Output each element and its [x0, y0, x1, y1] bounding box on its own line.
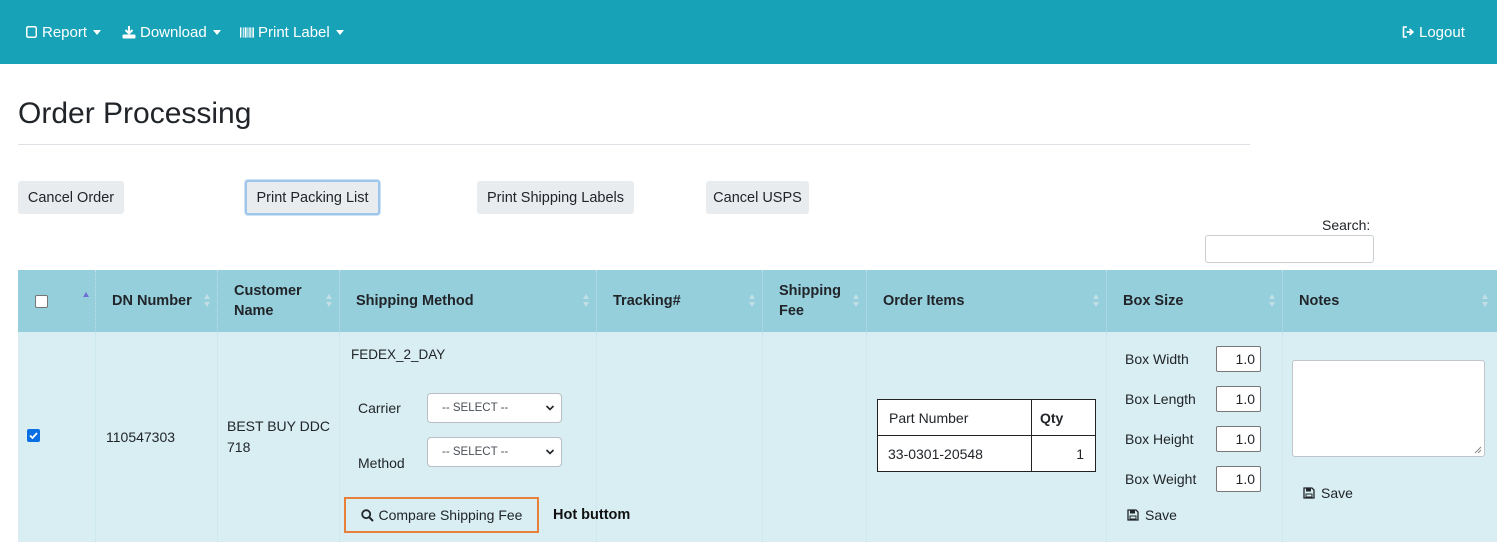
- sort-icon: [749, 294, 756, 308]
- resize-grip-icon[interactable]: [1474, 446, 1482, 454]
- header-order-items[interactable]: Order Items: [867, 270, 1107, 332]
- customer-name-line1: BEST BUY DDC: [227, 418, 330, 434]
- top-navbar: Report Download Print Label Logout: [0, 0, 1497, 64]
- nav-print-label-label: Print Label: [258, 23, 330, 41]
- save-icon: [1127, 509, 1139, 521]
- nav-logout-label: Logout: [1419, 23, 1465, 41]
- sort-icon: [1482, 294, 1489, 308]
- header-customer-name[interactable]: Customer Name: [218, 270, 340, 332]
- order-items-table: Part Number Qty 33-0301-20548 1: [877, 399, 1096, 472]
- chevron-down-icon: [545, 449, 555, 455]
- method-select[interactable]: -- SELECT --: [427, 437, 562, 467]
- header-notes[interactable]: Notes: [1283, 270, 1495, 332]
- dn-number-cell: 110547303: [106, 429, 176, 445]
- box-length-label: Box Length: [1125, 391, 1196, 407]
- print-packing-list-button[interactable]: Print Packing List: [245, 180, 380, 215]
- box-height-label: Box Height: [1125, 431, 1194, 447]
- cancel-order-button[interactable]: Cancel Order: [18, 181, 124, 214]
- items-header-part-number: Part Number: [889, 409, 969, 426]
- report-icon: [24, 25, 38, 39]
- box-save-button[interactable]: Save: [1127, 507, 1177, 523]
- download-icon: [122, 25, 136, 39]
- header-fee-line1: Shipping: [779, 283, 842, 299]
- header-customer-line1: Customer: [234, 283, 302, 299]
- nav-download-label: Download: [140, 23, 207, 41]
- notes-textarea[interactable]: [1292, 360, 1485, 457]
- compare-shipping-fee-button[interactable]: Compare Shipping Fee: [344, 497, 539, 533]
- cancel-usps-button[interactable]: Cancel USPS: [706, 181, 809, 214]
- header-dn-number[interactable]: DN Number: [96, 270, 218, 332]
- box-save-label: Save: [1145, 507, 1177, 523]
- nav-logout-link[interactable]: Logout: [1401, 0, 1465, 64]
- sort-icon: [853, 294, 860, 308]
- box-weight-label: Box Weight: [1125, 471, 1197, 487]
- notes-save-label: Save: [1321, 485, 1353, 501]
- items-part-number-cell: 33-0301-20548: [888, 445, 983, 462]
- search-label: Search:: [1322, 217, 1371, 233]
- search-input[interactable]: [1205, 235, 1374, 263]
- sort-icon: [1093, 294, 1100, 308]
- carrier-label: Carrier: [358, 400, 401, 416]
- save-icon: [1303, 487, 1315, 499]
- sort-asc-icon[interactable]: [83, 292, 90, 306]
- shipping-method-value: FEDEX_2_DAY: [351, 347, 446, 362]
- sort-icon: [1269, 294, 1276, 308]
- header-customer-line2: Name: [234, 303, 274, 319]
- chevron-down-icon: [93, 29, 102, 35]
- page-title: Order Processing: [18, 97, 252, 130]
- hot-button-annotation: Hot buttom: [553, 507, 631, 523]
- header-select-all: [18, 270, 96, 332]
- nav-download-dropdown[interactable]: Download: [122, 0, 221, 64]
- checkmark-icon: [29, 432, 38, 440]
- print-shipping-labels-button[interactable]: Print Shipping Labels: [477, 181, 634, 214]
- carrier-select-value: -- SELECT --: [442, 402, 509, 414]
- nav-report-label: Report: [42, 23, 88, 41]
- box-width-label: Box Width: [1125, 351, 1189, 367]
- header-tracking[interactable]: Tracking#: [597, 270, 763, 332]
- nav-report-dropdown[interactable]: Report: [24, 0, 102, 64]
- header-shipping-method[interactable]: Shipping Method: [340, 270, 597, 332]
- sort-icon: [583, 294, 590, 308]
- search-icon: [360, 508, 374, 522]
- box-height-input[interactable]: 1.0: [1216, 426, 1261, 452]
- customer-name-line2: 718: [227, 439, 251, 455]
- select-all-checkbox[interactable]: [35, 295, 48, 308]
- items-header-qty: Qty: [1040, 409, 1064, 426]
- box-length-input[interactable]: 1.0: [1216, 386, 1261, 412]
- items-qty-cell: 1: [1076, 445, 1084, 462]
- sort-icon: [326, 294, 333, 308]
- compare-shipping-fee-label: Compare Shipping Fee: [378, 507, 523, 523]
- chevron-down-icon: [212, 29, 221, 35]
- header-box-size[interactable]: Box Size: [1107, 270, 1283, 332]
- carrier-select[interactable]: -- SELECT --: [427, 393, 562, 423]
- logout-icon: [1401, 25, 1415, 39]
- notes-save-button[interactable]: Save: [1303, 485, 1353, 501]
- row-select-checkbox[interactable]: [27, 429, 40, 442]
- method-select-value: -- SELECT --: [442, 446, 509, 458]
- chevron-down-icon: [545, 405, 555, 411]
- sort-icon: [204, 294, 211, 308]
- box-weight-input[interactable]: 1.0: [1216, 466, 1261, 492]
- divider: [18, 144, 1250, 145]
- header-shipping-fee[interactable]: Shipping Fee: [763, 270, 867, 332]
- method-label: Method: [358, 455, 405, 471]
- barcode-icon: [240, 25, 254, 39]
- table-header: DN Number Customer Name Shipping Method T…: [18, 270, 1497, 332]
- chevron-down-icon: [335, 29, 344, 35]
- header-fee-line2: Fee: [779, 303, 804, 319]
- nav-print-label-dropdown[interactable]: Print Label: [240, 0, 344, 64]
- box-width-input[interactable]: 1.0: [1216, 346, 1261, 372]
